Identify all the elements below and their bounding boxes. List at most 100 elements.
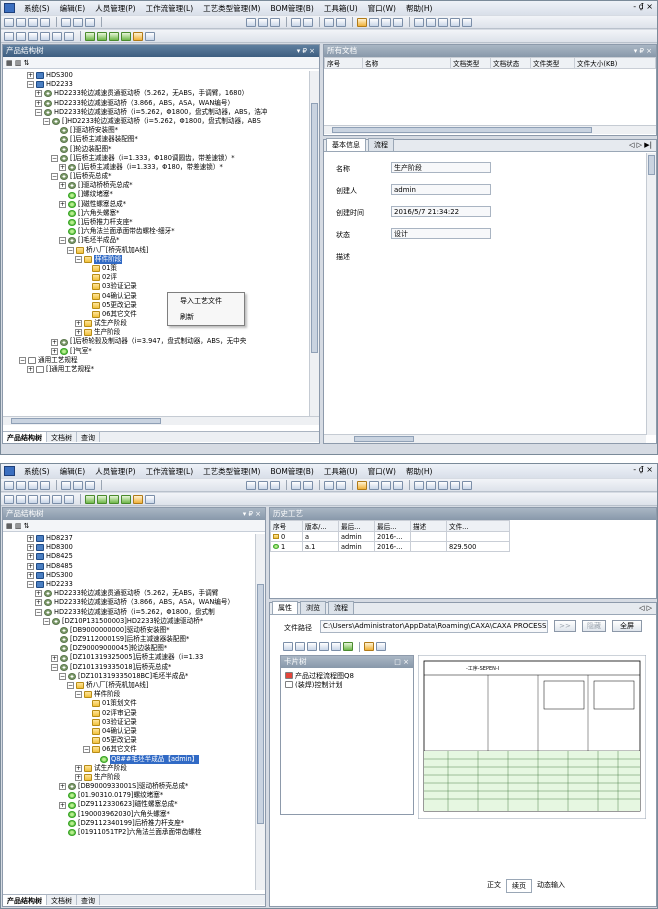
toolbar-btn-k-icon[interactable]	[393, 17, 403, 27]
tool-2-icon[interactable]	[16, 31, 26, 41]
tree-node[interactable]: − HD2233轮边减速驱动桥（i=5.262，Φ1800，盘式制动器，ABS，浩…	[3, 108, 309, 117]
toolbar-btn-m-icon[interactable]	[426, 17, 436, 27]
tree-node[interactable]: + [DB9000933001S]驱动桥桥壳总成*	[3, 782, 255, 791]
toolbar-btn-b-icon[interactable]	[258, 480, 268, 490]
tree-node[interactable]: 02评	[3, 273, 309, 282]
tree-node[interactable]: 05更改记录	[3, 301, 309, 310]
tree-node[interactable]: + HD2233轮边减速驱动桥（3.866，ABS，ASA，WAN编号）	[3, 99, 309, 108]
tree-node[interactable]: + []通用工艺规程*	[3, 365, 309, 374]
open-icon[interactable]	[16, 17, 26, 27]
menu-process-type[interactable]: 工艺类型管理(M)	[198, 3, 265, 14]
expand-icon[interactable]: +	[35, 590, 42, 598]
expand-icon[interactable]: +	[35, 99, 42, 107]
tree-node[interactable]: 01策	[3, 264, 309, 273]
tool-6-icon[interactable]	[64, 31, 74, 41]
check-icon[interactable]	[343, 642, 353, 651]
tree-node[interactable]: − HD2233	[3, 580, 255, 589]
doc-hscroll[interactable]	[324, 125, 656, 134]
tree-node[interactable]: 03验证记录	[3, 718, 255, 727]
menu-tools[interactable]: 工具箱(U)	[319, 466, 363, 477]
tree-node[interactable]: + []驱动桥桥壳总成*	[3, 181, 309, 190]
tree-node[interactable]: − HD2233轮边减速驱动桥（i=5.262，Φ1800，盘式制	[3, 608, 255, 617]
new-icon[interactable]	[4, 480, 14, 490]
collapse-icon[interactable]: −	[67, 682, 74, 690]
expand-icon[interactable]: +	[27, 553, 34, 561]
tool-3-icon[interactable]	[28, 494, 38, 504]
move-top-icon[interactable]	[97, 31, 107, 41]
tree-node[interactable]: − HD2233	[3, 80, 309, 89]
move-down-icon[interactable]	[109, 494, 119, 504]
tab-doc-tree[interactable]: 文档树	[47, 432, 77, 442]
tree-node[interactable]: − []后桥主减速器（i=1.333，Φ180调圆齿，带差速锁）*	[3, 154, 309, 163]
col-doc-type[interactable]: 文档类型	[450, 57, 491, 69]
prop-value-creator[interactable]: admin	[391, 184, 491, 195]
menu-system[interactable]: 系统(S)	[19, 3, 55, 14]
tree-node[interactable]: [DB9000000000]驱动桥安装图*	[3, 626, 255, 635]
toolbar-btn-a-icon[interactable]	[246, 480, 256, 490]
col-file-size[interactable]: 文件...	[446, 520, 510, 532]
expand-icon[interactable]: +	[59, 783, 66, 791]
cut-icon[interactable]	[61, 480, 71, 490]
collapse-icon[interactable]: −	[43, 617, 50, 625]
col-doc-status[interactable]: 文档状态	[490, 57, 531, 69]
toolbar-btn-f-icon[interactable]	[324, 480, 334, 490]
cut-icon[interactable]	[61, 17, 71, 27]
tool-5-icon[interactable]	[52, 31, 62, 41]
tree-view-icon[interactable]: ▦ ▥ ⇅	[6, 522, 30, 530]
collapse-icon[interactable]: −	[75, 255, 82, 263]
tree-node[interactable]: []后桥推力杆支座*	[3, 218, 309, 227]
menu-window[interactable]: 窗口(W)	[363, 466, 401, 477]
panel-pin-icon[interactable]: ▾ ₽ ×	[243, 508, 261, 520]
tree-node[interactable]: + 试生产阶段	[3, 764, 255, 773]
tree-vscroll[interactable]	[309, 71, 319, 416]
expand-icon[interactable]: +	[27, 544, 34, 552]
collapse-icon[interactable]: −	[59, 672, 66, 680]
tab-basic-info[interactable]: 基本信息	[326, 138, 366, 151]
tree-node[interactable]: − []HD2233轮边减速驱动桥（i=5.262，Φ1800，盘式制动器，ABS	[3, 117, 309, 126]
toolbar-btn-h-icon[interactable]	[357, 17, 367, 27]
menu-process-type[interactable]: 工艺类型管理(M)	[198, 466, 265, 477]
col-file-type[interactable]: 文件类型	[530, 57, 575, 69]
paste-icon[interactable]	[85, 17, 95, 27]
zoom-in-icon[interactable]	[283, 642, 293, 651]
toolbar-btn-o-icon[interactable]	[450, 17, 460, 27]
toolbar-btn-c-icon[interactable]	[270, 480, 280, 490]
open-icon[interactable]	[16, 480, 26, 490]
col-version[interactable]: 版本/...	[302, 520, 339, 532]
tab-doc-tree[interactable]: 文档树	[47, 895, 77, 905]
toolbar-btn-f-icon[interactable]	[324, 17, 334, 27]
tree-node[interactable]: [DZ91120001S9]后桥主减速器装配图*	[3, 635, 255, 644]
collapse-icon[interactable]: −	[35, 108, 42, 116]
window-controls[interactable]: - ₫ ×	[633, 2, 653, 11]
tree-node[interactable]: + [DZ9112330623]磁性螺塞总成*	[3, 800, 255, 809]
menu-workflow[interactable]: 工作流管理(L)	[141, 466, 199, 477]
prop-value-status[interactable]: 设计	[391, 228, 491, 239]
tree-node[interactable]: []驱动桥安装图*	[3, 126, 309, 135]
toolbar-btn-b-icon[interactable]	[258, 17, 268, 27]
expand-icon[interactable]: +	[51, 654, 58, 662]
menu-window[interactable]: 窗口(W)	[363, 3, 401, 14]
prop-value-created-time[interactable]: 2016/5/7 21:34:22	[391, 206, 491, 217]
file-path-field[interactable]: C:\Users\Administrator\AppData\Roaming\C…	[320, 620, 548, 633]
toolbar-btn-i-icon[interactable]	[369, 480, 379, 490]
tree-node[interactable]: + HD8485	[3, 562, 255, 571]
toolbar-btn-g-icon[interactable]	[336, 480, 346, 490]
zoom-window-icon[interactable]	[319, 642, 329, 651]
tree-node[interactable]: − [DZ10P131500003]HD2233轮边减速驱动桥*	[3, 617, 255, 626]
menu-help[interactable]: 帮助(H)	[401, 3, 438, 14]
col-index[interactable]: 序号	[324, 57, 363, 69]
menu-edit[interactable]: 编辑(E)	[55, 3, 91, 14]
expand-icon[interactable]: +	[27, 72, 34, 80]
tree-node[interactable]: + HDS300	[3, 71, 309, 80]
tab-attributes[interactable]: 属性	[272, 601, 298, 614]
tree-node[interactable]: + []后桥轮毂及制动器（i=3.947，盘式制动器，ABS，无中央	[3, 337, 309, 346]
menu-system[interactable]: 系统(S)	[19, 466, 55, 477]
toolbar-btn-l-icon[interactable]	[414, 17, 424, 27]
expand-icon[interactable]: +	[27, 366, 34, 374]
tree-view-icon[interactable]: ▦ ▥ ⇅	[6, 59, 30, 67]
expand-icon[interactable]: +	[75, 773, 82, 781]
tree-node[interactable]: 02评审记录	[3, 709, 255, 718]
tool-5-icon[interactable]	[52, 494, 62, 504]
pan-icon[interactable]	[331, 642, 341, 651]
toolbar-btn-p-icon[interactable]	[462, 17, 472, 27]
